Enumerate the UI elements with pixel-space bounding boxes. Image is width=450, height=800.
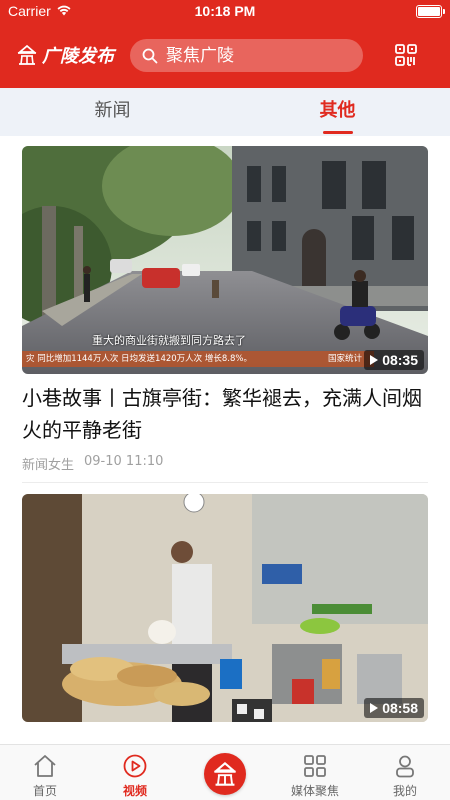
- logo-text: 广陵发布: [42, 46, 114, 67]
- home-icon: [34, 755, 56, 777]
- video-card[interactable]: 重大的商业街就搬到同方路去了 灾 同比增加1144万人次 日均发送1420万人次…: [22, 146, 428, 473]
- divider: [22, 482, 428, 483]
- center-logo-button[interactable]: [204, 753, 246, 795]
- header: Carrier 10:18 PM 广陵发布: [0, 0, 450, 88]
- status-time: 10:18 PM: [194, 3, 256, 19]
- nav-center[interactable]: [180, 745, 270, 800]
- nav-media-focus[interactable]: 媒体聚焦: [270, 745, 360, 800]
- status-bar: Carrier 10:18 PM: [0, 0, 450, 22]
- video-title[interactable]: 小巷故事丨古旗亭街：繁华褪去，充满人间烟火的平静老街: [22, 382, 428, 446]
- tab-bar: 新闻 其他: [0, 88, 450, 136]
- video-source: 新闻女生: [22, 458, 75, 473]
- kitchen-scene-image: [22, 494, 428, 722]
- nav-home[interactable]: 首页: [0, 745, 90, 800]
- nav-video-label: 视频: [122, 784, 147, 798]
- video-thumbnail[interactable]: 重大的商业街就搬到同方路去了 灾 同比增加1144万人次 日均发送1420万人次…: [22, 146, 428, 374]
- nav-video[interactable]: 视频: [90, 745, 180, 800]
- video-card[interactable]: 08:58: [22, 494, 428, 722]
- search-bar[interactable]: [130, 39, 363, 72]
- bottom-nav: 首页 视频 媒体聚焦 我的: [0, 744, 450, 800]
- video-time: 09-10 11:10: [84, 454, 164, 469]
- nav-profile[interactable]: 我的: [360, 745, 450, 800]
- nav-home-label: 首页: [32, 784, 57, 798]
- search-input[interactable]: [166, 45, 356, 66]
- search-icon: [142, 48, 158, 63]
- person-icon: [396, 755, 414, 778]
- video-duration: 08:58: [364, 698, 424, 718]
- video-thumbnail[interactable]: 08:58: [22, 494, 428, 722]
- qr-scan-icon[interactable]: [395, 44, 417, 66]
- app-logo: 广陵发布: [16, 42, 114, 68]
- ticker-brand: 国家统计: [328, 354, 363, 364]
- battery-icon: [416, 5, 445, 18]
- play-circle-icon: [123, 754, 147, 778]
- duration-label: 08:35: [382, 352, 418, 368]
- news-ticker: 灾 同比增加1144万人次 日均发送1420万人次 增长8.8%。: [26, 354, 252, 364]
- duration-label: 08:58: [382, 700, 418, 716]
- nav-media-focus-label: 媒体聚焦: [290, 784, 339, 798]
- play-icon: [370, 355, 379, 365]
- video-feed[interactable]: 重大的商业街就搬到同方路去了 灾 同比增加1144万人次 日均发送1420万人次…: [0, 136, 450, 744]
- grid-icon: [304, 755, 326, 777]
- video-meta: 新闻女生 09-10 11:10: [22, 454, 428, 473]
- video-caption: 重大的商业街就搬到同方路去了: [92, 334, 246, 347]
- tab-news[interactable]: 新闻: [0, 88, 225, 136]
- nav-profile-label: 我的: [392, 784, 417, 798]
- tab-other[interactable]: 其他: [225, 88, 450, 136]
- pavilion-logo-icon: [17, 44, 37, 65]
- video-duration: 08:35: [364, 350, 424, 370]
- logo-icon: [213, 761, 237, 786]
- play-icon: [370, 703, 379, 713]
